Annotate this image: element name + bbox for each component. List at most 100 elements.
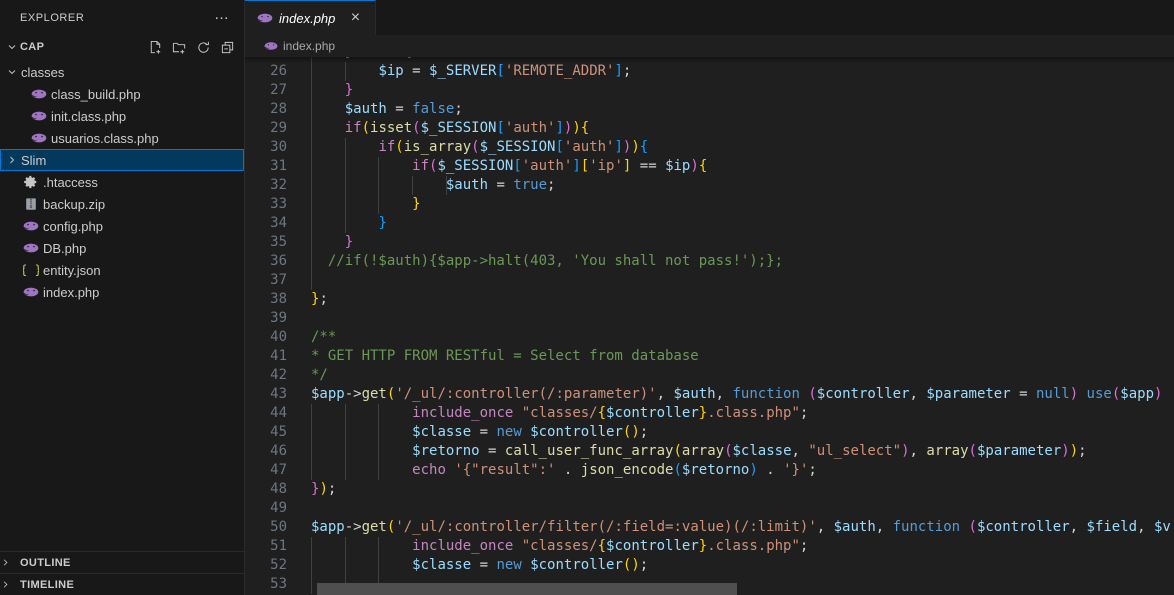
code-line[interactable]: 37 <box>245 271 1174 290</box>
tree-item-class-build-php[interactable]: class_build.php <box>0 83 244 105</box>
tree-item-htaccess[interactable]: .htaccess <box>0 171 244 193</box>
tree-item-backup-zip[interactable]: backup.zip <box>0 193 244 215</box>
indent-guide <box>311 271 312 290</box>
breadcrumb: index.php <box>245 35 1174 57</box>
timeline-panel-header[interactable]: TIMELINE <box>0 573 244 595</box>
indent-guide <box>378 442 379 461</box>
code-line[interactable]: 27 } <box>245 81 1174 100</box>
code-token: [ <box>581 158 589 174</box>
code-line[interactable]: 26 $ip = $_SERVER['REMOTE_ADDR']; <box>245 62 1174 81</box>
code-line[interactable]: 39 <box>245 309 1174 328</box>
code-line[interactable]: 44 include_once "classes/{$controller}.c… <box>245 404 1174 423</box>
code-line[interactable]: 48}); <box>245 480 1174 499</box>
editor-tab-index-php[interactable]: index.php × <box>245 0 376 35</box>
code-token: get <box>362 386 387 402</box>
code-token: include_once <box>412 538 513 554</box>
code-editor[interactable]: 25 } else {26 $ip = $_SERVER['REMOTE_ADD… <box>245 57 1174 595</box>
code-token: new <box>496 424 521 440</box>
code-line[interactable]: 49 <box>245 499 1174 518</box>
code-token: json_encode <box>581 462 674 478</box>
code-line-text: $app->get('/_ul/:controller(/:parameter)… <box>311 385 1174 404</box>
code-token: $app <box>1120 386 1154 402</box>
refresh-icon[interactable] <box>192 36 214 58</box>
code-line[interactable]: 52 $classe = new $controller(); <box>245 556 1174 575</box>
code-token: */ <box>311 367 328 383</box>
code-line[interactable]: 40/** <box>245 328 1174 347</box>
code-line[interactable]: 45 $classe = new $controller(); <box>245 423 1174 442</box>
new-file-icon[interactable] <box>144 36 166 58</box>
tree-item-init-class-php[interactable]: init.class.php <box>0 105 244 127</box>
php-icon <box>20 240 42 256</box>
code-token: ; <box>319 291 327 307</box>
code-token: } <box>345 57 353 60</box>
indent-guide <box>345 176 346 195</box>
line-number: 50 <box>245 518 311 537</box>
explorer-folder-cap-header[interactable]: CAP <box>0 35 244 59</box>
code-token: new <box>496 557 521 573</box>
code-line[interactable]: 32 $auth = true; <box>245 176 1174 195</box>
code-token: } <box>345 234 353 250</box>
code-line[interactable]: 31 if($_SESSION['auth']['ip'] == $ip){ <box>245 157 1174 176</box>
outline-panel-header[interactable]: OUTLINE <box>0 551 244 573</box>
code-line[interactable]: 46 $retorno = call_user_func_array(array… <box>245 442 1174 461</box>
code-token: ( <box>362 120 370 136</box>
tree-item-index-php[interactable]: index.php <box>0 281 244 303</box>
new-folder-icon[interactable] <box>168 36 190 58</box>
code-line-text: $retorno = call_user_func_array(array($c… <box>311 442 1174 461</box>
line-number: 42 <box>245 366 311 385</box>
code-token: ; <box>454 101 462 117</box>
code-token: call_user_func_array <box>505 443 674 459</box>
indent-guide <box>378 176 379 195</box>
code-line-text: /** <box>311 328 1174 347</box>
code-line-text: if(is_array($_SESSION['auth'])){ <box>311 138 1174 157</box>
code-line[interactable]: 38}; <box>245 290 1174 309</box>
indent-guide <box>311 138 312 157</box>
code-line-text: $app->get('/_ul/:controller/filter(/:fie… <box>311 518 1174 537</box>
code-line[interactable]: 36 //if(!$auth){$app->halt(403, 'You sha… <box>245 252 1174 271</box>
code-token: } <box>378 215 386 231</box>
code-token: $retorno <box>682 462 749 478</box>
tree-item-config-php[interactable]: config.php <box>0 215 244 237</box>
code-line[interactable]: 47 echo '{"result":' . json_encode($reto… <box>245 461 1174 480</box>
line-number: 34 <box>245 214 311 233</box>
breadcrumb-item-index-php[interactable]: index.php <box>264 39 335 53</box>
indent-guide <box>345 537 346 556</box>
code-line[interactable]: 50$app->get('/_ul/:controller/filter(/:f… <box>245 518 1174 537</box>
tree-item-classes[interactable]: classes <box>0 61 244 83</box>
code-line[interactable]: 28 $auth = false; <box>245 100 1174 119</box>
code-line[interactable]: 51 include_once "classes/{$controller}.c… <box>245 537 1174 556</box>
code-line[interactable]: 35 } <box>245 233 1174 252</box>
code-line-text: //if(!$auth){$app->halt(403, 'You shall … <box>311 252 1174 271</box>
code-token: ) <box>1070 443 1078 459</box>
code-token: if <box>378 139 395 155</box>
code-token: 'auth' <box>564 139 615 155</box>
tree-item-slim[interactable]: Slim <box>0 149 244 171</box>
code-token: $ip <box>665 158 690 174</box>
collapse-all-icon[interactable] <box>216 36 238 58</box>
explorer-more-actions-button[interactable]: … <box>208 8 236 27</box>
code-line[interactable]: 41* GET HTTP FROM RESTful = Select from … <box>245 347 1174 366</box>
close-icon[interactable]: × <box>345 8 365 28</box>
tree-item-entity-json[interactable]: { }entity.json <box>0 259 244 281</box>
code-token: use <box>1078 386 1112 402</box>
code-line[interactable]: 42*/ <box>245 366 1174 385</box>
tree-item-label: Slim <box>20 153 46 168</box>
indent-guide <box>345 62 346 81</box>
code-line[interactable]: 43$app->get('/_ul/:controller(/:paramete… <box>245 385 1174 404</box>
code-token: ; <box>640 424 648 440</box>
code-line[interactable]: 34 } <box>245 214 1174 233</box>
code-token: $auth <box>446 177 488 193</box>
code-line[interactable]: 33 } <box>245 195 1174 214</box>
horizontal-scrollbar-thumb[interactable] <box>317 583 737 595</box>
indent-guide <box>345 442 346 461</box>
tree-item-usuarios-class-php[interactable]: usuarios.class.php <box>0 127 244 149</box>
code-token: $classe <box>733 443 792 459</box>
code-token: $field <box>1087 519 1138 535</box>
line-number: 28 <box>245 100 311 119</box>
line-number: 29 <box>245 119 311 138</box>
php-icon <box>257 10 273 26</box>
tree-item-db-php[interactable]: DB.php <box>0 237 244 259</box>
editor-group: index.php × index.php 25 } else {26 $ip … <box>245 0 1174 595</box>
code-line[interactable]: 29 if(isset($_SESSION['auth'])){ <box>245 119 1174 138</box>
code-line[interactable]: 30 if(is_array($_SESSION['auth'])){ <box>245 138 1174 157</box>
